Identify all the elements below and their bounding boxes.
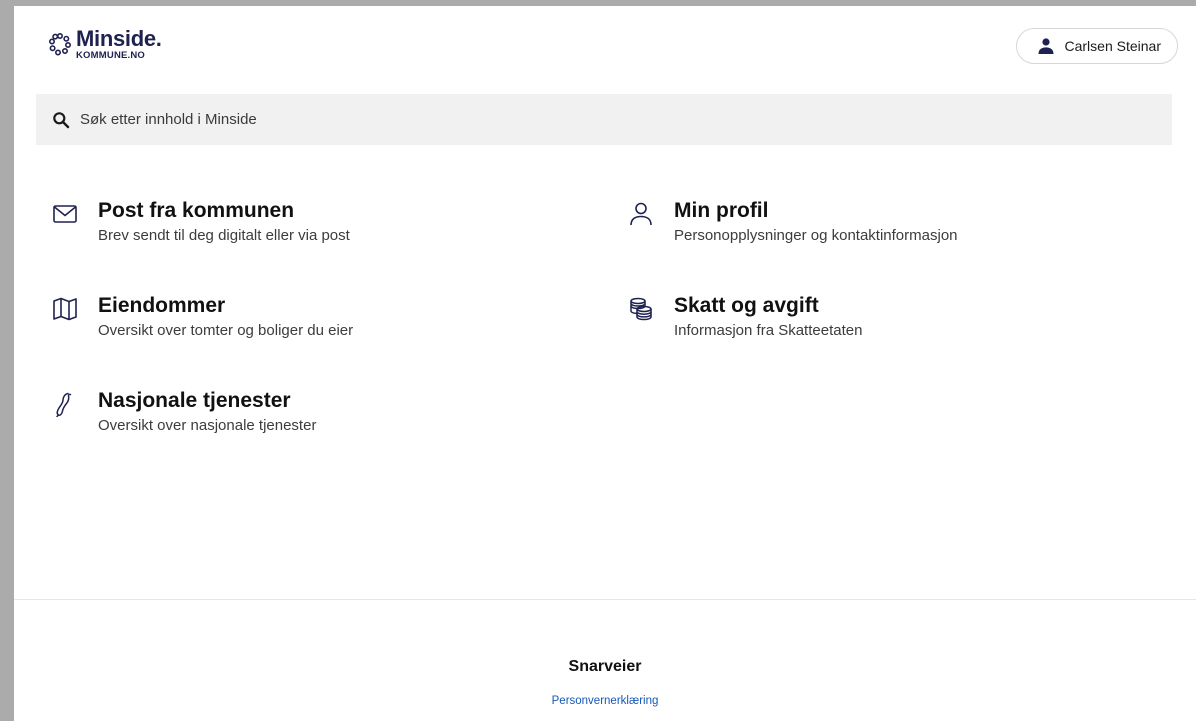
search-icon bbox=[53, 111, 70, 128]
tile-post-fra-kommunen[interactable]: Post fra kommunen Brev sendt til deg dig… bbox=[52, 198, 350, 244]
tile-skatt-og-avgift[interactable]: Skatt og avgift Informasjon fra Skatteet… bbox=[628, 293, 862, 339]
page: Minside. KOMMUNE.NO Carlsen Steinar Post… bbox=[14, 6, 1196, 721]
tile-title: Eiendommer bbox=[98, 294, 226, 317]
tile-nasjonale-tjenester[interactable]: Nasjonale tjenester Oversikt over nasjon… bbox=[52, 388, 316, 434]
tile-eiendommer[interactable]: Eiendommer Oversikt over tomter og bolig… bbox=[52, 293, 353, 339]
search-input[interactable] bbox=[80, 111, 680, 128]
tile-title: Post fra kommunen bbox=[98, 199, 295, 222]
tile-min-profil[interactable]: Min profil Personopplysninger og kontakt… bbox=[628, 198, 958, 244]
tile-description: Informasjon fra Skatteetaten bbox=[674, 322, 863, 339]
tile-title: Nasjonale tjenester bbox=[98, 389, 291, 412]
user-icon bbox=[1038, 38, 1053, 54]
logo-name: Minside. bbox=[76, 26, 162, 51]
tile-title: Skatt og avgift bbox=[674, 294, 819, 317]
map-icon bbox=[53, 297, 77, 321]
privacy-policy-link[interactable]: Personvernerklæring bbox=[552, 695, 659, 707]
tile-description: Oversikt over tomter og boliger du eier bbox=[98, 322, 354, 339]
logo-subtitle: KOMMUNE.NO bbox=[76, 50, 146, 61]
user-menu-button[interactable]: Carlsen Steinar bbox=[1015, 28, 1178, 64]
tile-description: Oversikt over nasjonale tjenester bbox=[98, 417, 317, 434]
footer-title: Snarveier bbox=[568, 658, 642, 675]
envelope-icon bbox=[53, 205, 77, 223]
logo[interactable]: Minside. KOMMUNE.NO bbox=[48, 28, 162, 61]
person-icon bbox=[630, 202, 652, 226]
logo-ring-icon bbox=[48, 33, 71, 56]
coins-icon bbox=[630, 297, 652, 321]
search-bar[interactable] bbox=[36, 94, 1172, 145]
tile-description: Brev sendt til deg digitalt eller via po… bbox=[98, 227, 350, 244]
user-name: Carlsen Steinar bbox=[1064, 38, 1162, 54]
tile-description: Personopplysninger og kontaktinformasjon bbox=[674, 227, 958, 244]
tile-title: Min profil bbox=[674, 199, 769, 222]
footer-divider bbox=[14, 599, 1196, 600]
nasjonale-icon bbox=[56, 392, 72, 417]
